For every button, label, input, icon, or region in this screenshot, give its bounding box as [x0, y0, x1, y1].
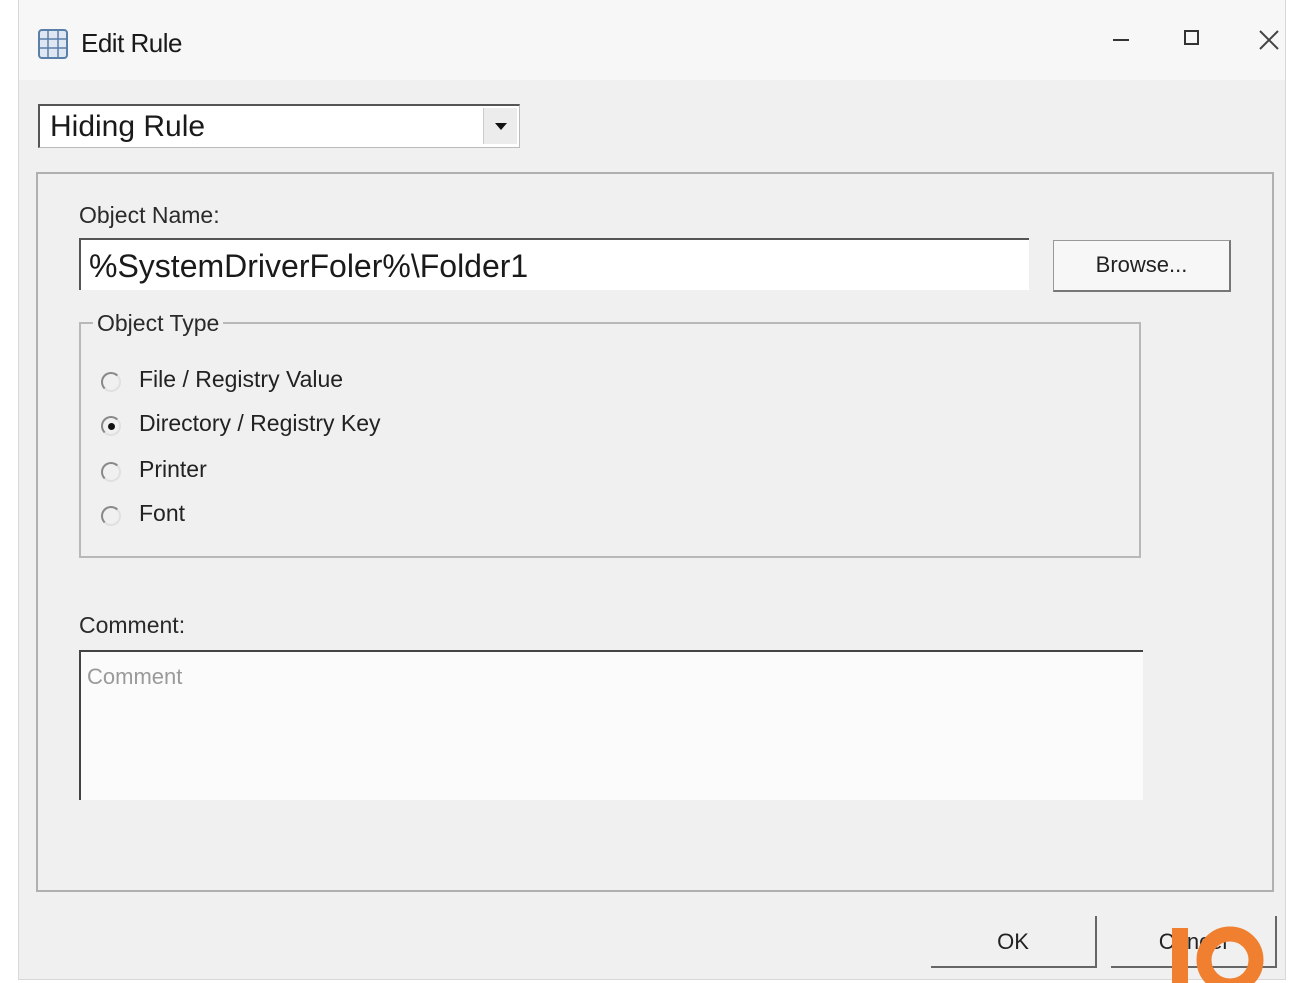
comment-field[interactable]: Comment — [79, 650, 1143, 800]
object-type-group — [79, 322, 1141, 558]
maximize-button[interactable] — [1173, 22, 1213, 58]
edit-rule-dialog: Edit Rule Hiding Rule Object Name: %Syst… — [18, 0, 1286, 980]
title-bar[interactable]: Edit Rule — [19, 0, 1285, 80]
chevron-down-icon[interactable] — [483, 108, 517, 144]
radio-label: File / Registry Value — [139, 366, 344, 392]
comment-label: Comment: — [79, 612, 186, 638]
radio-label: Printer — [139, 456, 207, 482]
radio-button-icon[interactable] — [101, 506, 121, 526]
object-name-label: Object Name: — [79, 202, 220, 228]
browse-button[interactable]: Browse... — [1053, 240, 1231, 292]
object-name-field[interactable]: %SystemDriverFoler%\Folder1 — [79, 238, 1029, 290]
radio-label: Font — [139, 500, 186, 526]
globe-grid-icon — [38, 29, 68, 59]
radio-label: Directory / Registry Key — [139, 410, 381, 436]
radio-button-selected-icon[interactable] — [101, 416, 121, 436]
window-title: Edit Rule — [81, 28, 183, 58]
object-name-value: %SystemDriverFoler%\Folder1 — [89, 248, 529, 284]
radio-dot-icon — [108, 423, 115, 430]
maximize-icon — [1184, 30, 1199, 45]
comment-placeholder: Comment — [87, 664, 183, 689]
rule-type-selected: Hiding Rule — [50, 110, 206, 143]
close-icon — [1259, 30, 1279, 50]
minimize-icon — [1113, 39, 1129, 41]
object-type-legend: Object Type — [93, 310, 224, 337]
orange-corner-mark-icon — [1172, 926, 1264, 983]
minimize-button[interactable] — [1101, 22, 1141, 58]
radio-button-icon[interactable] — [101, 372, 121, 392]
radio-button-icon[interactable] — [101, 462, 121, 482]
close-button[interactable] — [1249, 22, 1285, 58]
rule-type-dropdown[interactable]: Hiding Rule — [38, 104, 520, 148]
ok-button[interactable]: OK — [931, 916, 1097, 968]
